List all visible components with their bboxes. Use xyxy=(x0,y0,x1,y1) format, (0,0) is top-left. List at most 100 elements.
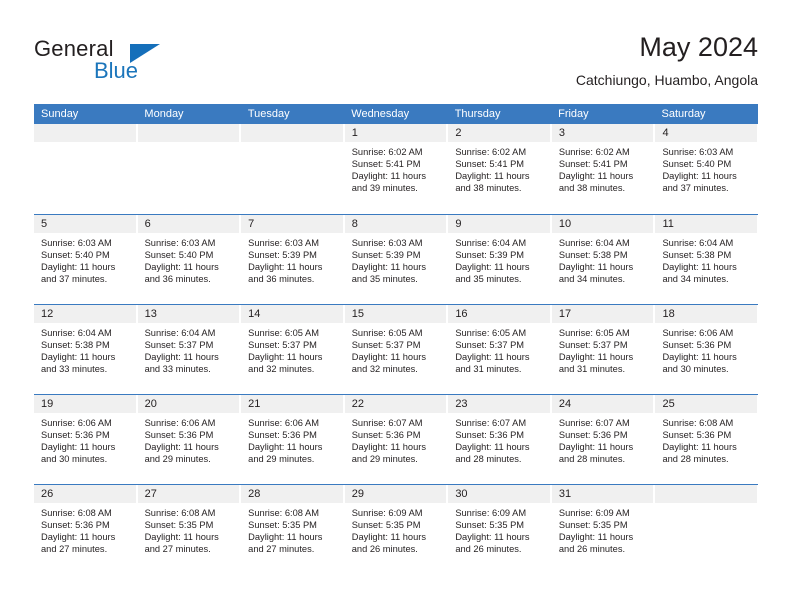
calendar-day-cell[interactable]: 2 Sunrise: 6:02 AM Sunset: 5:41 PM Daylight… xyxy=(448,124,552,214)
calendar-day-cell[interactable]: 30 Sunrise: 6:09 AM Sunset: 5:35 PM Dayligh… xyxy=(448,485,552,574)
calendar-day-cell[interactable]: 10 Sunrise: 6:04 AM Sunset: 5:38 PM Dayligh… xyxy=(551,215,656,304)
daylight-duration-line1: Daylight: 11 hours xyxy=(455,442,530,453)
day-details: Sunrise: 6:08 AM Sunset: 5:36 PM Daylight:… xyxy=(655,413,758,465)
daylight-duration-line1: Daylight: 11 hours xyxy=(144,262,219,273)
calendar-day-cell[interactable]: 5 Sunrise: 6:03 AM Sunset: 5:40 PM Daylight… xyxy=(34,215,138,304)
day-details: Sunrise: 6:02 AM Sunset: 5:41 PM Daylight:… xyxy=(552,142,655,194)
daylight-duration-line1: Daylight: 11 hours xyxy=(455,171,530,182)
sunrise-time: Sunrise: 6:09 AM xyxy=(558,508,630,518)
day-number xyxy=(34,124,137,142)
daylight-duration-line1: Daylight: 11 hours xyxy=(41,262,116,273)
sunrise-time: Sunrise: 6:09 AM xyxy=(455,508,527,518)
sunset-time: Sunset: 5:36 PM xyxy=(41,430,110,441)
daylight-duration-line1: Daylight: 11 hours xyxy=(351,442,426,453)
day-number: 7 xyxy=(241,215,344,233)
calendar-day-cell[interactable]: 12 Sunrise: 6:04 AM Sunset: 5:38 PM Dayligh… xyxy=(34,305,138,394)
calendar-day-cell[interactable]: 4 Sunrise: 6:03 AM Sunset: 5:40 PM Daylight… xyxy=(655,124,759,214)
calendar-day-cell[interactable]: 3 Sunrise: 6:02 AM Sunset: 5:41 PM Daylight… xyxy=(551,124,656,214)
sunset-time: Sunset: 5:35 PM xyxy=(144,520,214,531)
brand-logo[interactable]: General Blue xyxy=(34,36,284,94)
day-details: Sunrise: 6:09 AM Sunset: 5:35 PM Daylight:… xyxy=(345,503,448,555)
day-number: 29 xyxy=(344,485,448,503)
calendar-day-cell[interactable]: 31 Sunrise: 6:09 AM Sunset: 5:35 PM Dayligh… xyxy=(551,485,656,574)
day-number: 3 xyxy=(551,124,655,142)
calendar-day-cell[interactable]: 21 Sunrise: 6:06 AM Sunset: 5:36 PM Dayligh… xyxy=(241,395,345,484)
sunset-time: Sunset: 5:39 PM xyxy=(455,250,525,261)
daylight-duration-line2: and 26 minutes. xyxy=(455,544,522,555)
calendar-day-cell[interactable]: 23 Sunrise: 6:07 AM Sunset: 5:36 PM Dayligh… xyxy=(448,395,552,484)
sunrise-time: Sunrise: 6:08 AM xyxy=(248,508,319,518)
sunset-time: Sunset: 5:36 PM xyxy=(248,430,317,441)
daylight-duration-line2: and 30 minutes. xyxy=(662,364,729,375)
calendar-day-cell[interactable]: 26 Sunrise: 6:08 AM Sunset: 5:36 PM Dayligh… xyxy=(34,485,138,574)
calendar-day-cell[interactable]: 6 Sunrise: 6:03 AM Sunset: 5:40 PM Daylight… xyxy=(137,215,242,304)
daylight-duration-line2: and 39 minutes. xyxy=(351,183,418,194)
calendar-day-cell[interactable]: 7 Sunrise: 6:03 AM Sunset: 5:39 PM Daylight… xyxy=(241,215,345,304)
sunrise-time: Sunrise: 6:05 AM xyxy=(455,328,527,338)
sunrise-time: Sunrise: 6:03 AM xyxy=(144,238,216,248)
sunrise-time: Sunrise: 6:06 AM xyxy=(144,418,216,428)
calendar-day-cell[interactable]: 15 Sunrise: 6:05 AM Sunset: 5:37 PM Dayligh… xyxy=(344,305,449,394)
sunrise-time: Sunrise: 6:04 AM xyxy=(662,238,734,248)
calendar-day-cell[interactable]: 18 Sunrise: 6:06 AM Sunset: 5:36 PM Dayligh… xyxy=(655,305,759,394)
calendar-day-cell[interactable]: 29 Sunrise: 6:09 AM Sunset: 5:35 PM Dayligh… xyxy=(344,485,449,574)
title-block: May 2024 Catchiungo, Huambo, Angola xyxy=(576,30,758,90)
calendar-day-cell[interactable]: 19 Sunrise: 6:06 AM Sunset: 5:36 PM Dayligh… xyxy=(34,395,138,484)
day-number: 30 xyxy=(448,485,551,503)
page-header: General Blue May 2024 Catchiungo, Huambo… xyxy=(34,30,758,96)
daylight-duration-line2: and 35 minutes. xyxy=(455,274,522,285)
calendar-day-cell[interactable]: 14 Sunrise: 6:05 AM Sunset: 5:37 PM Dayligh… xyxy=(241,305,345,394)
day-details: Sunrise: 6:07 AM Sunset: 5:36 PM Daylight:… xyxy=(345,413,448,465)
weekday-header-monday: Monday xyxy=(144,108,184,120)
calendar-day-cell[interactable]: 11 Sunrise: 6:04 AM Sunset: 5:38 PM Dayligh… xyxy=(655,215,759,304)
daylight-duration-line2: and 29 minutes. xyxy=(248,454,315,465)
sunset-time: Sunset: 5:36 PM xyxy=(41,520,110,531)
sunrise-time: Sunrise: 6:09 AM xyxy=(351,508,423,518)
day-details: Sunrise: 6:06 AM Sunset: 5:36 PM Daylight:… xyxy=(138,413,241,465)
calendar-day-cell[interactable]: 8 Sunrise: 6:03 AM Sunset: 5:39 PM Daylight… xyxy=(344,215,449,304)
calendar-week-row: 12 Sunrise: 6:04 AM Sunset: 5:38 PM Dayligh… xyxy=(34,304,759,394)
daylight-duration-line2: and 27 minutes. xyxy=(41,544,108,555)
sunrise-time: Sunrise: 6:03 AM xyxy=(248,238,319,248)
calendar-day-cell[interactable]: 1 Sunrise: 6:02 AM Sunset: 5:41 PM Daylight… xyxy=(344,124,449,214)
sunrise-time: Sunrise: 6:05 AM xyxy=(558,328,630,338)
sunrise-time: Sunrise: 6:06 AM xyxy=(248,418,319,428)
calendar-week-row: 1 Sunrise: 6:02 AM Sunset: 5:41 PM Daylight… xyxy=(34,124,759,214)
day-number: 5 xyxy=(34,215,137,233)
day-details: Sunrise: 6:03 AM Sunset: 5:39 PM Daylight:… xyxy=(345,233,448,285)
daylight-duration-line1: Daylight: 11 hours xyxy=(455,262,530,273)
day-details: Sunrise: 6:09 AM Sunset: 5:35 PM Daylight:… xyxy=(552,503,655,555)
daylight-duration-line1: Daylight: 11 hours xyxy=(351,532,426,543)
day-number: 14 xyxy=(241,305,344,323)
weekday-header-tuesday: Tuesday xyxy=(247,108,290,120)
daylight-duration-line2: and 28 minutes. xyxy=(558,454,626,465)
calendar-day-cell[interactable]: 27 Sunrise: 6:08 AM Sunset: 5:35 PM Dayligh… xyxy=(137,485,242,574)
sunset-time: Sunset: 5:41 PM xyxy=(558,159,628,170)
calendar-week-row: 5 Sunrise: 6:03 AM Sunset: 5:40 PM Daylight… xyxy=(34,214,759,304)
calendar-week-row: 26 Sunrise: 6:08 AM Sunset: 5:36 PM Dayligh… xyxy=(34,484,759,574)
calendar-day-cell[interactable]: 9 Sunrise: 6:04 AM Sunset: 5:39 PM Daylight… xyxy=(448,215,552,304)
day-number: 8 xyxy=(344,215,448,233)
sunset-time: Sunset: 5:35 PM xyxy=(455,520,525,531)
calendar-day-cell[interactable]: 16 Sunrise: 6:05 AM Sunset: 5:37 PM Dayligh… xyxy=(448,305,552,394)
daylight-duration-line2: and 26 minutes. xyxy=(351,544,418,555)
daylight-duration-line1: Daylight: 11 hours xyxy=(248,352,323,363)
calendar-day-cell[interactable]: 17 Sunrise: 6:05 AM Sunset: 5:37 PM Dayligh… xyxy=(551,305,656,394)
calendar-day-cell[interactable]: 24 Sunrise: 6:07 AM Sunset: 5:36 PM Dayligh… xyxy=(551,395,656,484)
calendar-day-cell[interactable]: 13 Sunrise: 6:04 AM Sunset: 5:37 PM Dayligh… xyxy=(137,305,242,394)
weekday-header-saturday: Saturday xyxy=(661,108,706,120)
day-details: Sunrise: 6:03 AM Sunset: 5:40 PM Daylight:… xyxy=(34,233,137,285)
sunrise-time: Sunrise: 6:02 AM xyxy=(455,147,527,157)
calendar-day-cell[interactable]: 20 Sunrise: 6:06 AM Sunset: 5:36 PM Dayligh… xyxy=(137,395,242,484)
daylight-duration-line2: and 32 minutes. xyxy=(248,364,315,375)
sunrise-time: Sunrise: 6:03 AM xyxy=(41,238,112,248)
daylight-duration-line1: Daylight: 11 hours xyxy=(558,262,634,273)
day-details: Sunrise: 6:08 AM Sunset: 5:35 PM Daylight:… xyxy=(241,503,344,555)
day-number: 12 xyxy=(34,305,137,323)
sunrise-time: Sunrise: 6:02 AM xyxy=(351,147,423,157)
sunset-time: Sunset: 5:36 PM xyxy=(558,430,628,441)
calendar-day-cell[interactable]: 22 Sunrise: 6:07 AM Sunset: 5:36 PM Dayligh… xyxy=(344,395,449,484)
calendar-day-cell[interactable]: 28 Sunrise: 6:08 AM Sunset: 5:35 PM Dayligh… xyxy=(241,485,345,574)
calendar-day-cell[interactable]: 25 Sunrise: 6:08 AM Sunset: 5:36 PM Dayligh… xyxy=(655,395,759,484)
day-details: Sunrise: 6:02 AM Sunset: 5:41 PM Daylight:… xyxy=(448,142,551,194)
